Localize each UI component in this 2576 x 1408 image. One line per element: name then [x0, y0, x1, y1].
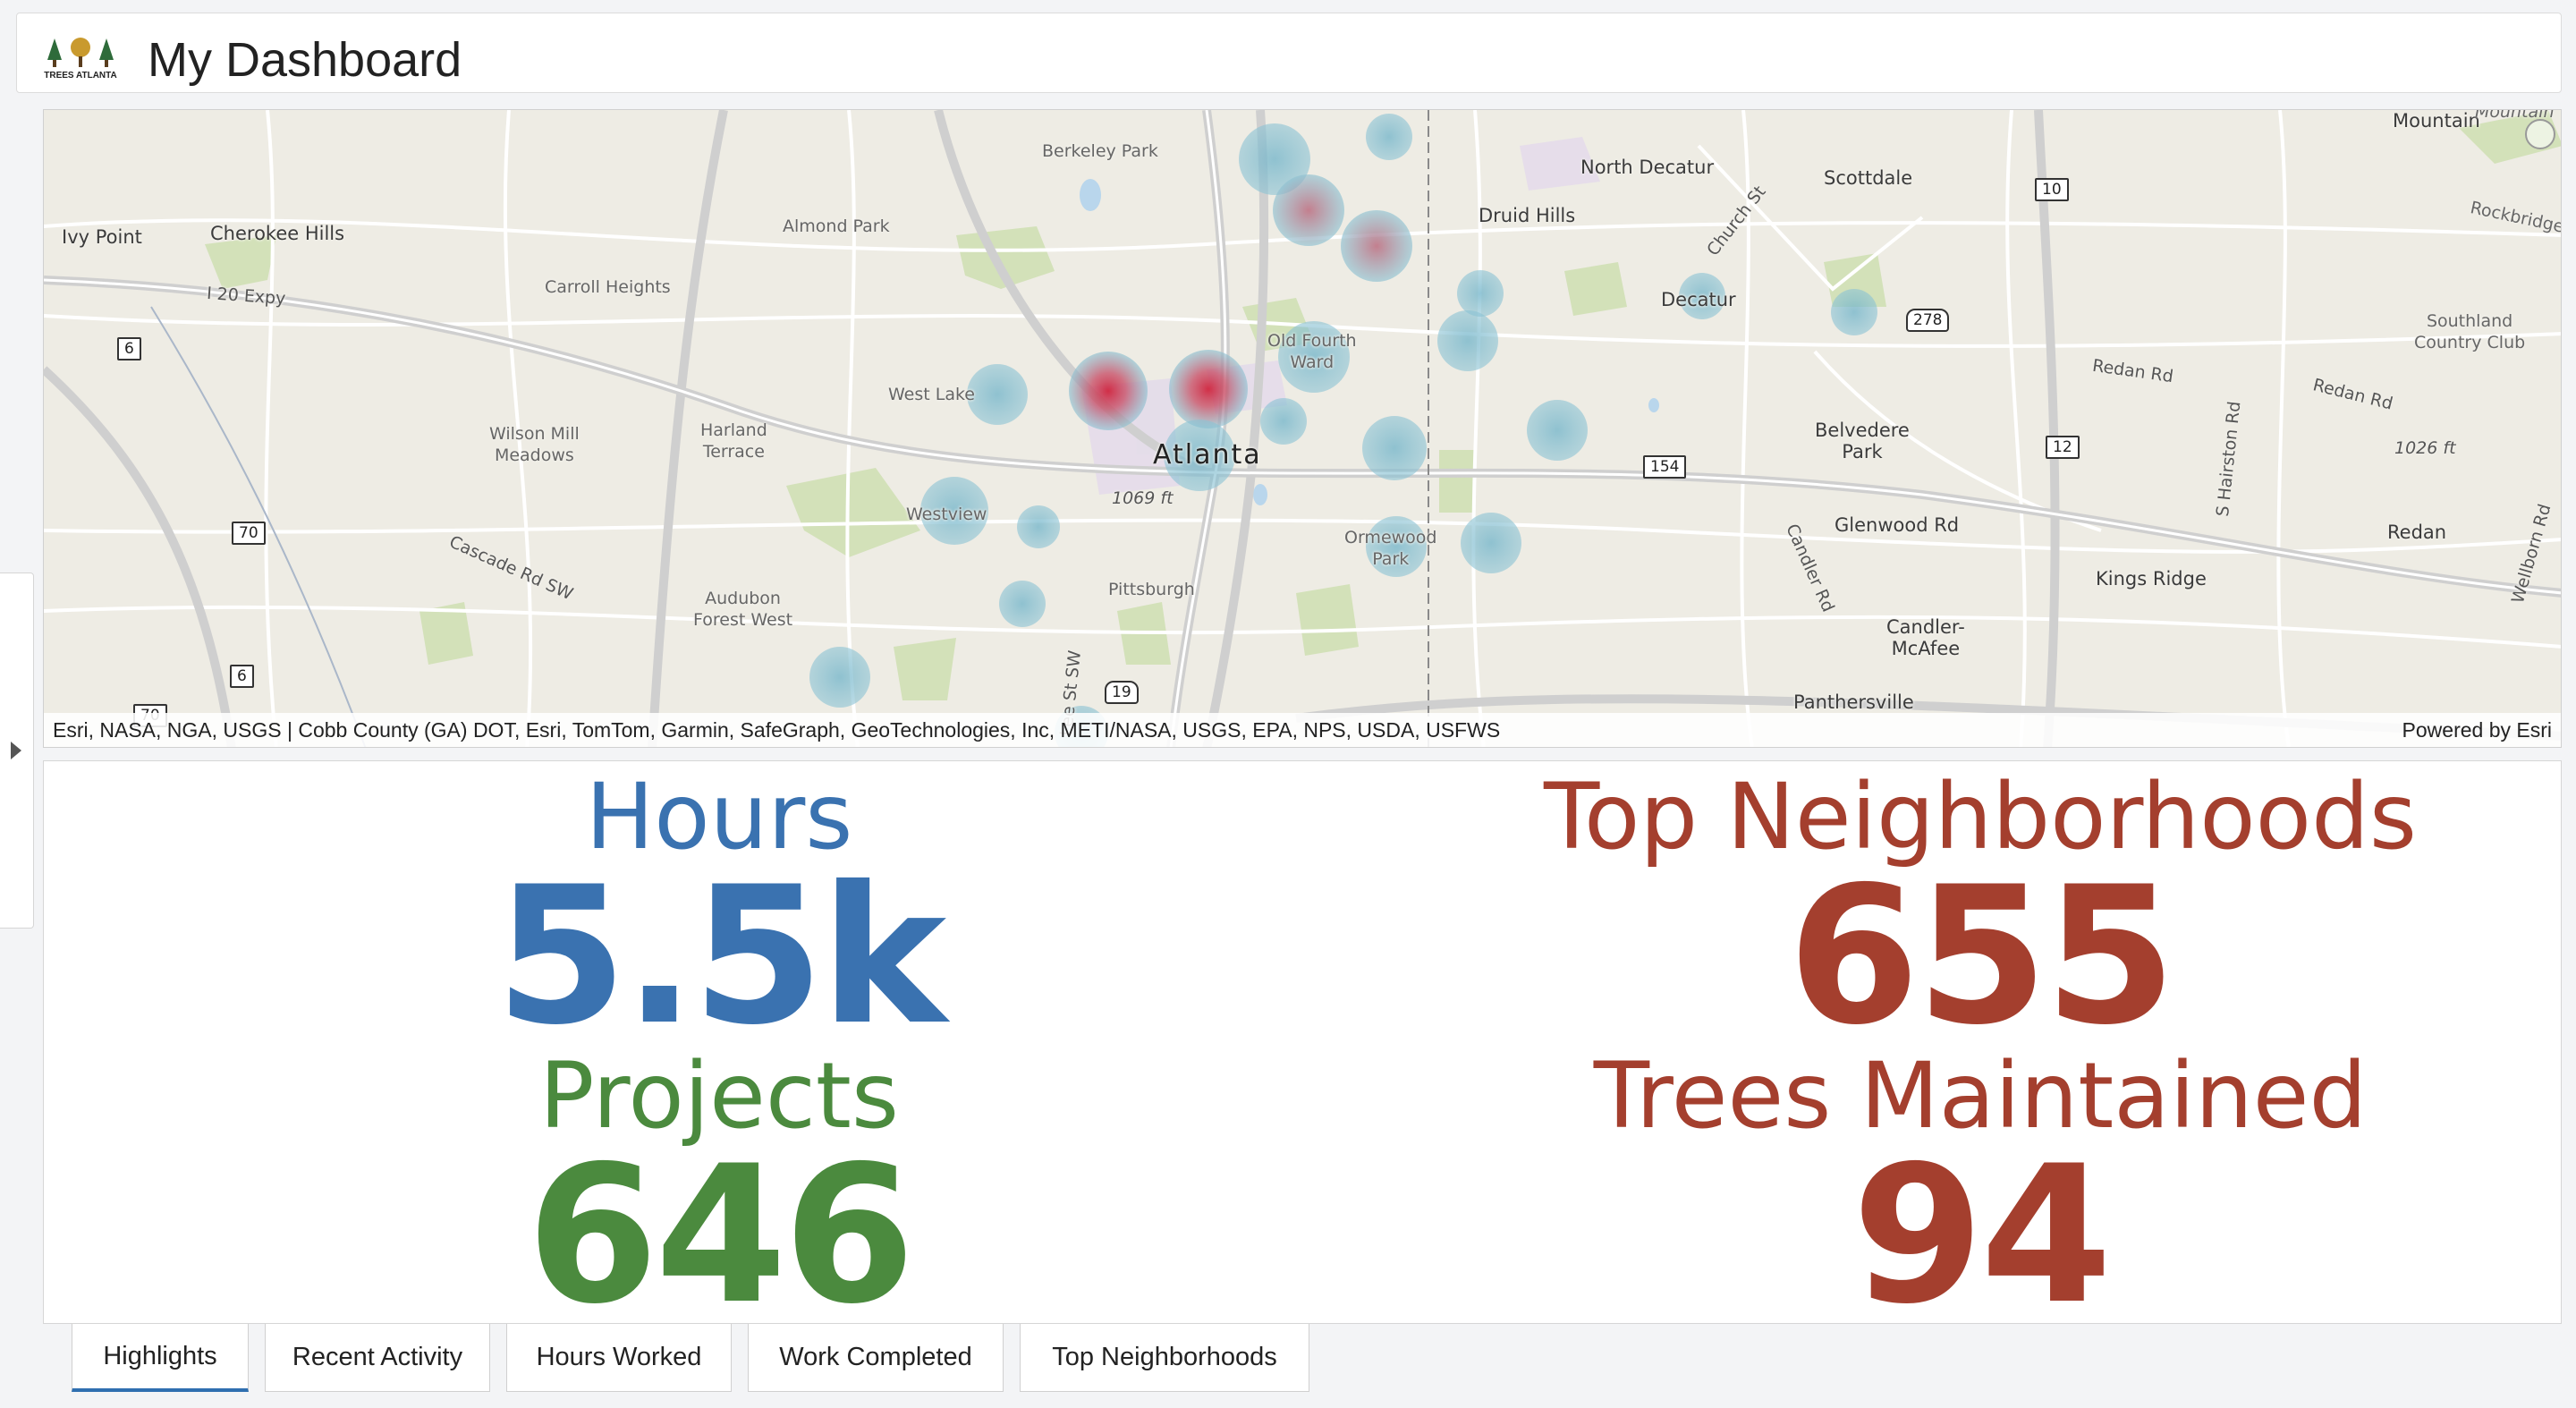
- map-label-westview: Westview: [906, 505, 987, 524]
- map-label-mountain: Mountain: [2393, 110, 2480, 131]
- map-label-cherokee-hills: Cherokee Hills: [210, 223, 345, 244]
- map-label-candler-mcafee: Candler- McAfee: [1886, 616, 1965, 659]
- side-panel-toggle[interactable]: [0, 573, 34, 929]
- map-label-elev-1069: 1069 ft: [1112, 488, 1174, 508]
- dashboard-header: TREES ATLANTA My Dashboard: [16, 13, 2562, 93]
- route-shield-12: 12: [2046, 436, 2080, 459]
- powered-by-esri[interactable]: Powered by Esri: [2402, 718, 2552, 742]
- neighborhoods-indicator: Top Neighborhoods 655: [1475, 768, 2486, 1066]
- map-label-pittsburgh: Pittsburgh: [1108, 580, 1195, 599]
- indicators-panel: Hours 5.5k Projects 646 Top Neighborhood…: [43, 760, 2562, 1324]
- trees-maintained-indicator: Trees Maintained 94: [1475, 1048, 2486, 1324]
- route-shield-6: 6: [117, 337, 141, 360]
- route-shield-6-b: 6: [230, 665, 254, 688]
- map-label-glenwood-rd: Glenwood Rd: [1835, 514, 1960, 536]
- page-title: My Dashboard: [148, 33, 462, 87]
- map-label-west-lake: West Lake: [888, 385, 975, 404]
- basemap: [44, 110, 2561, 747]
- map-label-carroll-heights: Carroll Heights: [545, 277, 671, 297]
- trees-atlanta-logo: TREES ATLANTA: [42, 33, 119, 83]
- map-attribution-bar: Esri, NASA, NGA, USGS | Cobb County (GA)…: [44, 713, 2561, 747]
- map-label-decatur: Decatur: [1661, 289, 1736, 310]
- map-label-druid-hills: Druid Hills: [1479, 205, 1576, 226]
- route-shield-278: 278: [1906, 309, 1950, 332]
- route-shield-10: 10: [2035, 178, 2069, 201]
- tab-hours-worked[interactable]: Hours Worked: [506, 1324, 732, 1392]
- map-label-north-decatur: North Decatur: [1580, 157, 1715, 178]
- map-view[interactable]: Ivy Point Cherokee Hills I 20 Expy Carro…: [43, 109, 2562, 748]
- map-label-panthersville: Panthersville: [1793, 691, 1914, 713]
- map-label-ormewood-park: Ormewood Park: [1344, 528, 1437, 569]
- map-label-wilson-mill: Wilson Mill Meadows: [489, 424, 580, 465]
- hours-indicator: Hours 5.5k: [276, 768, 1162, 1066]
- map-label-scottdale: Scottdale: [1824, 167, 1913, 189]
- map-label-southland: Southland Country Club: [2414, 311, 2526, 352]
- tab-recent-activity[interactable]: Recent Activity: [265, 1324, 490, 1392]
- map-label-belvedere-park: Belvedere Park: [1815, 420, 1910, 462]
- trees-maintained-value: 94: [1852, 1124, 2112, 1324]
- map-label-audubon: Audubon Forest West: [693, 589, 793, 630]
- tab-highlights[interactable]: Highlights: [72, 1324, 249, 1392]
- route-shield-154: 154: [1643, 455, 1687, 479]
- svg-text:TREES ATLANTA: TREES ATLANTA: [44, 71, 116, 81]
- hours-value: 5.5k: [495, 845, 947, 1066]
- map-label-ivy-point: Ivy Point: [62, 226, 142, 248]
- map-label-atlanta: Atlanta: [1153, 439, 1262, 471]
- tab-work-completed[interactable]: Work Completed: [748, 1324, 1004, 1392]
- fullscreen-icon[interactable]: [2525, 119, 2555, 149]
- projects-value: 646: [526, 1124, 916, 1324]
- tab-top-neighborhoods[interactable]: Top Neighborhoods: [1020, 1324, 1309, 1392]
- map-label-berkeley-park: Berkeley Park: [1042, 141, 1158, 161]
- map-label-almond-park: Almond Park: [783, 216, 890, 236]
- expand-arrow-icon: [11, 742, 21, 759]
- tree-logo-icon: TREES ATLANTA: [44, 38, 117, 81]
- neighborhoods-value: 655: [1787, 845, 2177, 1066]
- projects-indicator: Projects 646: [276, 1048, 1162, 1324]
- map-label-old-fourth-ward: Old Fourth Ward: [1267, 331, 1357, 372]
- route-shield-19: 19: [1105, 681, 1139, 704]
- map-attribution: Esri, NASA, NGA, USGS | Cobb County (GA)…: [53, 718, 1501, 742]
- map-label-harland-terrace: Harland Terrace: [700, 420, 767, 462]
- map-label-redan: Redan: [2387, 522, 2447, 543]
- map-label-elev-1026: 1026 ft: [2394, 438, 2456, 458]
- route-shield-70: 70: [232, 522, 266, 545]
- map-label-kings-ridge: Kings Ridge: [2096, 568, 2207, 589]
